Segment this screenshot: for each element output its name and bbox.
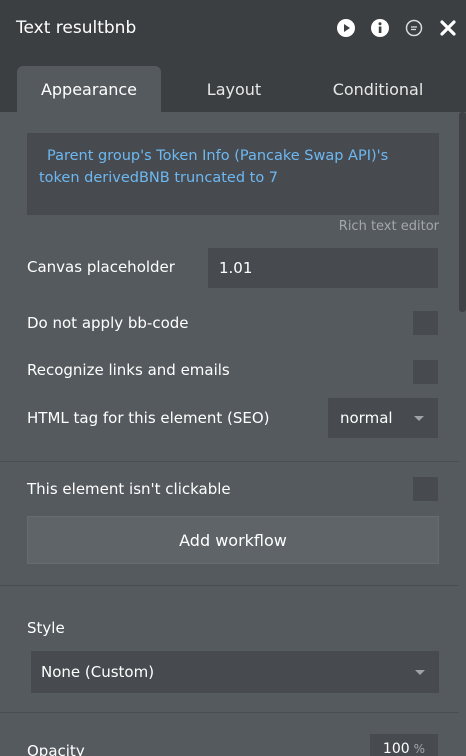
opacity-label: Opacity	[27, 742, 85, 756]
window-title: Text resultbnb	[16, 18, 137, 38]
scrollbar[interactable]	[459, 112, 466, 312]
tab-bar: Appearance Layout Conditional	[0, 56, 466, 112]
not-clickable-checkbox[interactable]	[413, 477, 438, 501]
opacity-value: 100	[382, 741, 410, 756]
add-workflow-label: Add workflow	[179, 530, 287, 550]
comment-icon[interactable]	[404, 18, 424, 38]
info-icon[interactable]	[370, 18, 390, 38]
add-workflow-button[interactable]: Add workflow	[27, 516, 439, 564]
recognize-links-checkbox[interactable]	[413, 360, 438, 384]
tab-conditional[interactable]: Conditional	[315, 66, 441, 112]
html-tag-select[interactable]: normal	[328, 398, 438, 438]
rich-text-editor-link[interactable]: Rich text editor	[339, 219, 439, 234]
play-icon[interactable]	[336, 18, 356, 38]
not-clickable-label: This element isn't clickable	[27, 480, 231, 498]
canvas-placeholder-label: Canvas placeholder	[27, 258, 175, 276]
tab-layout[interactable]: Layout	[175, 66, 293, 112]
recognize-links-label: Recognize links and emails	[27, 361, 230, 379]
section-divider	[0, 461, 459, 462]
text-expression-editor[interactable]: Parent group's Token Info (Pancake Swap …	[27, 133, 439, 215]
style-value: None (Custom)	[41, 663, 155, 681]
chevron-down-icon	[414, 416, 424, 421]
style-label: Style	[27, 619, 65, 637]
canvas-placeholder-value: 1.01	[219, 259, 253, 277]
expression-text: Parent group's Token Info (Pancake Swap …	[39, 148, 389, 186]
no-bbcode-label: Do not apply bb-code	[27, 314, 189, 332]
close-icon[interactable]	[438, 18, 458, 38]
html-tag-label: HTML tag for this element (SEO)	[27, 409, 270, 427]
section-divider	[0, 585, 459, 586]
no-bbcode-checkbox[interactable]	[413, 311, 438, 335]
tab-appearance[interactable]: Appearance	[17, 66, 161, 112]
opacity-unit: %	[413, 742, 426, 756]
section-divider	[0, 712, 459, 713]
title-bar: Text resultbnb	[0, 0, 466, 56]
chevron-down-icon	[415, 670, 425, 675]
html-tag-value: normal	[340, 409, 393, 427]
title-icons	[336, 18, 458, 38]
opacity-input[interactable]: 100 %	[370, 734, 438, 756]
canvas-placeholder-input[interactable]: 1.01	[208, 248, 438, 288]
style-select[interactable]: None (Custom)	[31, 651, 439, 693]
